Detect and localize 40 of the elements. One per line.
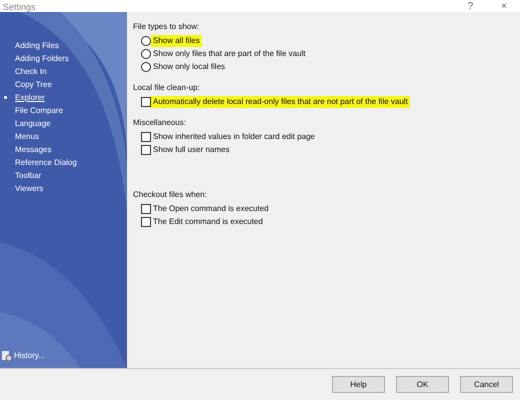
option-label: Show only local files: [152, 60, 226, 72]
option-label: The Open command is executed: [152, 202, 270, 214]
option-label: Show all files: [151, 34, 202, 46]
sidebar-item[interactable]: Menus: [15, 130, 40, 142]
sidebar-item[interactable]: Viewers: [15, 182, 44, 194]
checkbox[interactable]: [141, 144, 151, 154]
radio-button[interactable]: [141, 36, 151, 46]
sidebar-item[interactable]: Messages: [15, 144, 52, 156]
dialog-button[interactable]: OK: [396, 376, 449, 393]
sidebar-item[interactable]: Toolbar: [15, 170, 42, 182]
section-heading: Miscellaneous:: [133, 117, 187, 129]
checkbox[interactable]: [141, 132, 151, 142]
section-heading: Checkout files when:: [133, 189, 208, 201]
checkbox[interactable]: [141, 204, 151, 214]
checkbox[interactable]: [141, 216, 151, 226]
sidebar-item[interactable]: Check In: [15, 66, 47, 78]
section-heading: Local file clean-up:: [133, 82, 201, 94]
sidebar-item[interactable]: Adding Files: [15, 40, 60, 52]
checkbox[interactable]: [141, 96, 151, 106]
bullet-icon: [4, 96, 7, 99]
sidebar-item[interactable]: Adding Folders: [15, 52, 69, 64]
option-label: Show inherited values in folder card edit page: [152, 130, 316, 142]
sidebar-item[interactable]: Copy Tree: [15, 78, 52, 90]
radio-button[interactable]: [141, 48, 151, 58]
dialog-button[interactable]: Cancel: [460, 376, 513, 393]
sidebar-item[interactable]: Language: [15, 118, 51, 130]
sidebar-item[interactable]: Explorer: [15, 92, 45, 104]
option-label: The Edit command is executed: [152, 216, 264, 228]
radio-button[interactable]: [141, 62, 151, 72]
option-label: Automatically delete local read-only files that are not part of the file vault: [151, 96, 410, 108]
option-label: Show full user names: [152, 144, 230, 156]
section-heading: File types to show:: [133, 21, 200, 33]
window-title: Settings: [3, 3, 36, 12]
close-button[interactable]: ×: [501, 2, 507, 12]
sidebar-item[interactable]: Reference Dialog: [15, 156, 77, 168]
history-link[interactable]: History...: [14, 350, 45, 362]
dialog-button[interactable]: Help: [332, 376, 385, 393]
help-button[interactable]: ?: [468, 2, 474, 12]
sidebar-item[interactable]: File Compare: [15, 104, 64, 116]
option-label: Show only files that are part of the file vault: [152, 48, 307, 60]
